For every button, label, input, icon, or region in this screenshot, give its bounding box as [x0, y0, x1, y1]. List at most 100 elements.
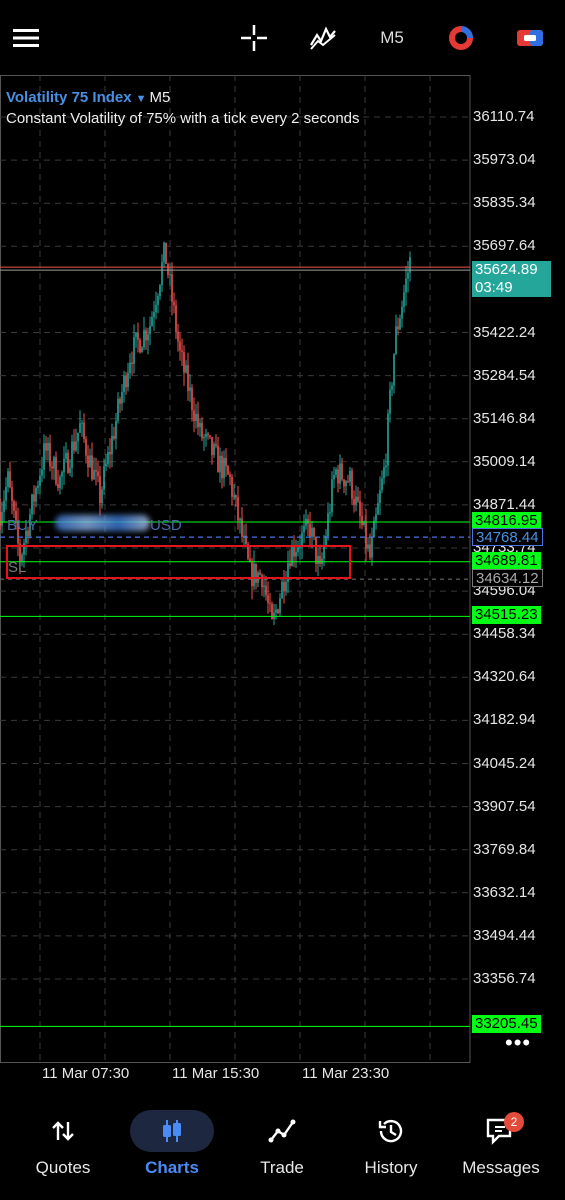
stop-loss-price-label[interactable]: 34689.81 [472, 552, 541, 570]
candle-body [161, 262, 163, 286]
candle-body [31, 494, 33, 515]
candle-body [203, 437, 205, 439]
candle-body [231, 477, 233, 497]
symbol-caret-icon[interactable]: ▼ [136, 93, 147, 105]
candle-body [265, 585, 267, 596]
candle-body [309, 523, 311, 537]
candle-body [319, 556, 321, 564]
nav-messages[interactable]: 2 Messages [446, 1108, 556, 1188]
candle-body [343, 479, 345, 487]
price-chart[interactable]: Volatility 75 Index ▼ M5 Constant Volatili… [0, 75, 565, 1100]
candle-body [23, 543, 25, 555]
candle-body [101, 489, 103, 504]
candle-body [289, 563, 291, 567]
symbol-description: Constant Volatility of 75% with a tick e… [6, 110, 360, 127]
indicators-icon[interactable] [305, 18, 341, 58]
one-click-trading-icon[interactable] [443, 18, 479, 58]
candle-body [333, 474, 335, 480]
candle-body [221, 455, 223, 479]
candle-body [339, 463, 341, 484]
candle-body [151, 317, 153, 326]
quotes-icon [8, 1108, 118, 1154]
more-icon[interactable]: ••• [505, 1030, 531, 1056]
candle-body [349, 470, 351, 482]
candle-body [45, 443, 47, 451]
candle-body [267, 595, 269, 603]
candle-body [227, 466, 229, 475]
candle-body [175, 305, 177, 332]
candle-body [129, 362, 131, 373]
candle-body [311, 527, 313, 537]
candle-body [407, 272, 409, 279]
candle-body [109, 452, 111, 455]
candle-body [337, 469, 339, 484]
nav-history[interactable]: History [336, 1108, 446, 1188]
buy-entry-price-label[interactable]: 34768.44 [472, 528, 543, 546]
candle-body [85, 439, 87, 456]
charts-icon-wrap [117, 1108, 227, 1154]
nav-history-label: History [364, 1158, 418, 1177]
symbol-line: Volatility 75 Index ▼ M5 [6, 88, 360, 109]
candle-body [389, 389, 391, 414]
candle-body [63, 458, 65, 473]
candle-body [147, 334, 149, 341]
candle-body [3, 500, 5, 512]
candle-body [219, 455, 221, 473]
price-tick-label: 36110.74 [473, 108, 535, 125]
candle-body [385, 465, 387, 468]
pending-price-label[interactable]: 34634.12 [472, 569, 543, 587]
candle-body [77, 432, 79, 442]
candle-body [371, 537, 373, 558]
candle-body [99, 476, 101, 504]
top-toolbar: M5 [0, 0, 565, 75]
crosshair-icon[interactable] [236, 18, 272, 58]
nav-charts[interactable]: Charts [117, 1108, 227, 1188]
candle-body [193, 410, 195, 422]
candle-body [111, 435, 113, 455]
candle-body [381, 478, 383, 491]
candle-body [33, 494, 35, 502]
price-tick-label: 33769.84 [473, 840, 536, 858]
candle-body [59, 476, 61, 489]
nav-charts-label: Charts [145, 1158, 199, 1177]
candle-body [283, 581, 285, 592]
nav-trade[interactable]: Trade [227, 1108, 337, 1188]
candle-body [189, 387, 191, 391]
new-order-icon[interactable] [512, 18, 548, 58]
candle-body [167, 263, 169, 275]
candle-body [1, 511, 3, 526]
level-price-label[interactable]: 34515.23 [472, 606, 541, 624]
candle-body [157, 296, 159, 305]
price-tick-label: 35973.04 [473, 151, 536, 169]
timeframe-button[interactable]: M5 [372, 18, 412, 58]
candle-body [39, 475, 41, 486]
candle-body [361, 515, 363, 526]
candle-body [365, 521, 367, 549]
candle-body [7, 471, 9, 487]
candle-body [201, 422, 203, 439]
candle-body [183, 352, 185, 373]
chart-header: Volatility 75 Index ▼ M5 Constant Volatili… [6, 88, 360, 129]
candle-body [97, 471, 99, 477]
candle-body [399, 318, 401, 330]
candle-body [239, 518, 241, 521]
menu-icon[interactable] [8, 18, 44, 58]
candle-body [67, 452, 69, 473]
nav-quotes[interactable]: Quotes [8, 1108, 118, 1188]
candle-body [225, 458, 227, 467]
candle-body [285, 581, 287, 592]
candle-body [355, 496, 357, 505]
price-tick-label: 34458.34 [473, 625, 536, 643]
candle-body [233, 495, 235, 497]
price-tick-label: 33632.14 [473, 883, 536, 901]
candle-body [387, 413, 389, 466]
candle-body [383, 467, 385, 479]
candle-body [83, 422, 85, 440]
stop-loss-line-label: SL [8, 559, 27, 576]
symbol-name[interactable]: Volatility 75 Index [6, 89, 132, 106]
candle-body [173, 301, 175, 306]
candle-body [331, 479, 333, 513]
candle-body [149, 325, 151, 335]
candle-body [353, 498, 355, 505]
price-tick-label: 34182.94 [473, 711, 536, 729]
